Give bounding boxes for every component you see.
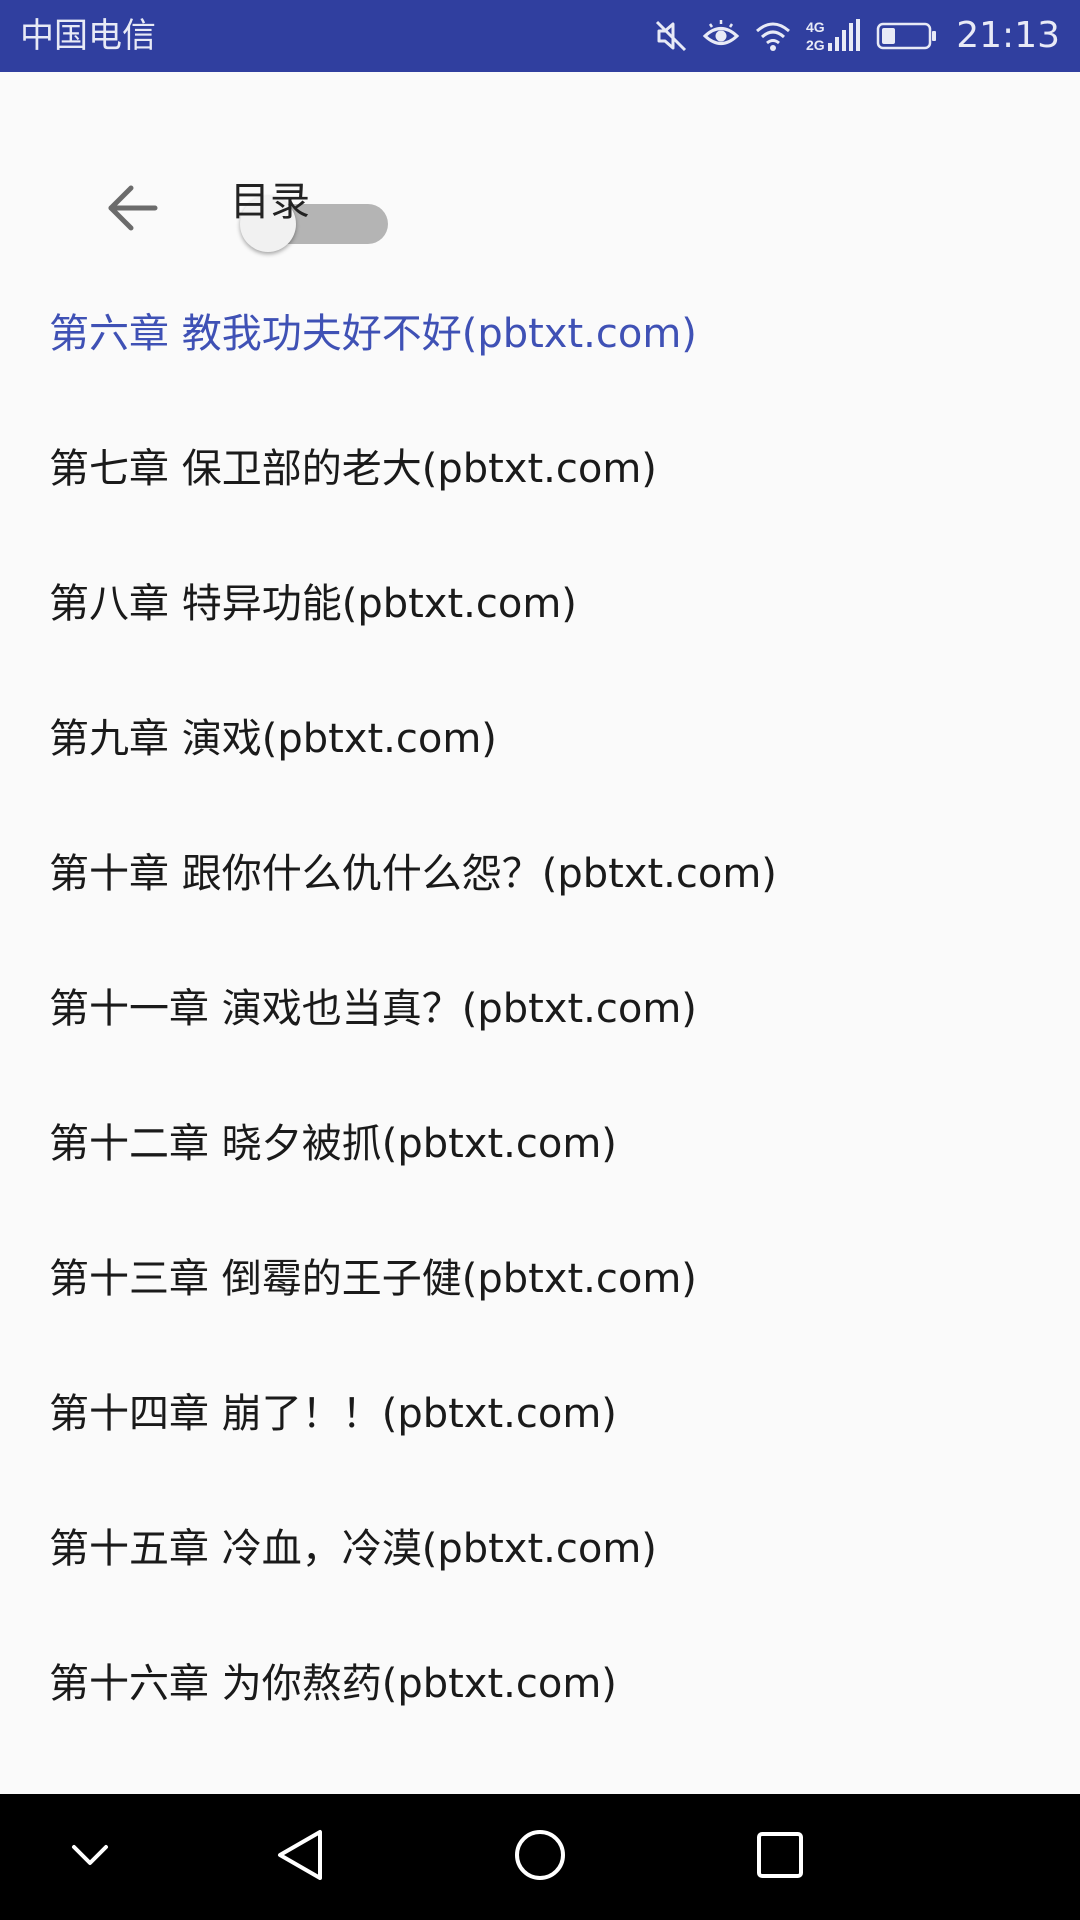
eye-comfort-icon: [702, 19, 740, 53]
nav-back-button[interactable]: [260, 1817, 340, 1897]
hide-nav-icon: [68, 1833, 112, 1881]
home-circle-icon: [512, 1827, 568, 1887]
signal-icon: 4G 2G: [806, 17, 862, 55]
page-title: 目录: [230, 179, 310, 225]
toolbar: 目录: [0, 72, 1080, 262]
status-bar: 中国电信 4G 2G 21:13: [0, 0, 1080, 72]
back-button[interactable]: [92, 170, 172, 250]
network-label-4g: 4G: [806, 19, 825, 35]
chapter-item[interactable]: 第六章 教我功夫好不好(pbtxt.com): [0, 262, 1080, 397]
chapter-item[interactable]: 第十三章 倒霉的王子健(pbtxt.com): [0, 1207, 1080, 1342]
battery-icon: [876, 21, 938, 51]
chapter-list: 第六章 教我功夫好不好(pbtxt.com) 第七章 保卫部的老大(pbtxt.c…: [0, 262, 1080, 1747]
recents-square-icon: [754, 1829, 806, 1885]
chapter-item[interactable]: 第十二章 晓夕被抓(pbtxt.com): [0, 1072, 1080, 1207]
chapter-item[interactable]: 第七章 保卫部的老大(pbtxt.com): [0, 397, 1080, 532]
navigation-bar: [0, 1794, 1080, 1920]
clock: 21:13: [956, 15, 1060, 56]
chapter-item[interactable]: 第八章 特异功能(pbtxt.com): [0, 532, 1080, 667]
chapter-item[interactable]: 第十四章 崩了！！(pbtxt.com): [0, 1342, 1080, 1477]
status-icons: 4G 2G 21:13: [654, 12, 1060, 60]
back-triangle-icon: [274, 1827, 326, 1887]
chapter-item[interactable]: 第十五章 冷血，冷漠(pbtxt.com): [0, 1477, 1080, 1612]
carrier-label: 中国电信: [20, 16, 156, 56]
mute-icon: [654, 19, 688, 53]
chapter-item[interactable]: 第十一章 演戏也当真？(pbtxt.com): [0, 937, 1080, 1072]
recents-button[interactable]: [740, 1817, 820, 1897]
hide-nav-button[interactable]: [50, 1817, 130, 1897]
wifi-icon: [754, 19, 792, 53]
chapter-item[interactable]: 第十六章 为你熬药(pbtxt.com): [0, 1612, 1080, 1747]
network-label-2g: 2G: [806, 37, 825, 53]
home-button[interactable]: [500, 1817, 580, 1897]
chapter-item[interactable]: 第十章 跟你什么仇什么怨？(pbtxt.com): [0, 802, 1080, 937]
chapter-item[interactable]: 第九章 演戏(pbtxt.com): [0, 667, 1080, 802]
arrow-left-icon: [105, 181, 159, 239]
